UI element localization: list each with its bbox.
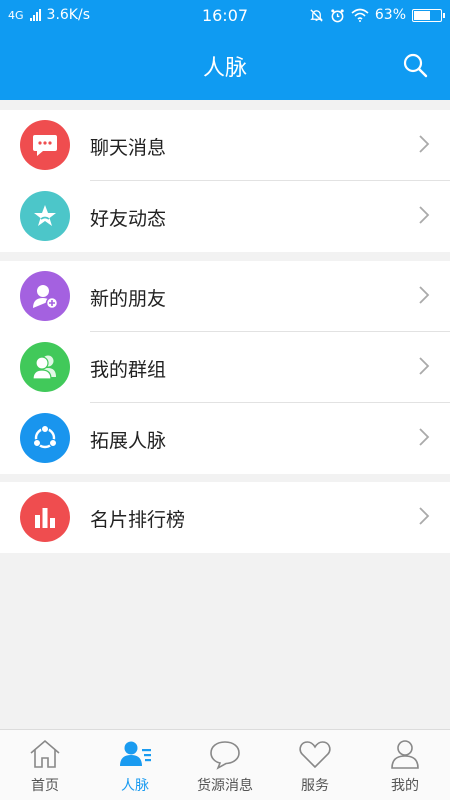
chevron-right-icon [419, 428, 430, 446]
menu-group-messages: 聊天消息 好友动态 [0, 110, 450, 252]
battery-icon [412, 8, 445, 22]
share-network-icon [20, 413, 70, 463]
profile-icon [391, 740, 419, 769]
heart-icon [299, 741, 331, 769]
tab-label: 我的 [391, 778, 419, 794]
menu-group-ranking: 名片排行榜 [0, 482, 450, 553]
chevron-right-icon [419, 135, 430, 153]
tab-label: 服务 [301, 778, 329, 794]
chevron-right-icon [419, 507, 430, 525]
menu-item-expand-network[interactable]: 拓展人脉 [0, 403, 450, 474]
menu-group-contacts: 新的朋友 我的群组 拓展人脉 [0, 261, 450, 474]
page-title: 人脉 [202, 56, 247, 81]
battery-fill [414, 10, 431, 20]
battery-percent: 63% [374, 7, 406, 23]
menu-item-label: 聊天消息 [90, 137, 167, 159]
menu-item-label: 我的群组 [90, 359, 167, 381]
chevron-right-icon [419, 206, 430, 224]
menu-item-label: 新的朋友 [90, 288, 167, 310]
tab-home[interactable]: 首页 [0, 730, 90, 800]
wifi-icon [351, 8, 369, 22]
tab-mine[interactable]: 我的 [360, 730, 450, 800]
chevron-right-icon [419, 286, 430, 304]
menu-item-friend-feed[interactable]: 好友动态 [0, 181, 450, 252]
add-friend-icon [20, 271, 70, 321]
menu-item-chat[interactable]: 聊天消息 [0, 110, 450, 181]
search-icon[interactable] [402, 52, 428, 78]
tab-label: 货源消息 [197, 778, 253, 794]
group-icon [20, 342, 70, 392]
tab-label: 首页 [31, 778, 59, 794]
menu-item-label: 好友动态 [90, 208, 167, 230]
menu-item-label: 拓展人脉 [90, 430, 167, 452]
star-icon [20, 191, 70, 241]
alarm-clock-icon [331, 8, 344, 22]
tab-supply-messages[interactable]: 货源消息 [180, 730, 270, 800]
chevron-right-icon [419, 357, 430, 375]
top-bar: 4G 3.6K/s 16:07 63% 人脉 [0, 0, 450, 100]
chat-bubble-icon [20, 120, 70, 170]
menu-item-my-groups[interactable]: 我的群组 [0, 332, 450, 403]
menu-item-label: 名片排行榜 [90, 509, 186, 531]
tab-label: 人脉 [121, 778, 149, 794]
status-bar: 4G 3.6K/s 16:07 63% [0, 0, 450, 32]
menu-item-new-friends[interactable]: 新的朋友 [0, 261, 450, 332]
tab-contacts[interactable]: 人脉 [90, 730, 180, 800]
bottom-tab-bar: 首页 人脉 货源消息 服务 我的 [0, 729, 450, 800]
mute-alarm-icon [310, 8, 323, 22]
bar-chart-icon [20, 492, 70, 542]
contacts-icon [120, 741, 151, 766]
home-icon [30, 739, 60, 768]
tab-services[interactable]: 服务 [270, 730, 360, 800]
menu-item-card-ranking[interactable]: 名片排行榜 [0, 482, 450, 553]
message-icon [210, 741, 240, 770]
